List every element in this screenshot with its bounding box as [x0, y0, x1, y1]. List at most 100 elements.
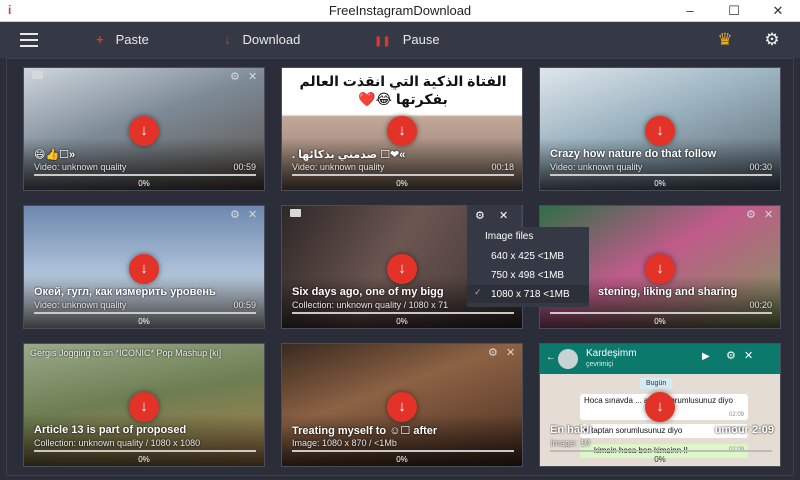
gear-icon[interactable]: ⚙: [475, 209, 485, 222]
progress-percent: 0%: [396, 455, 408, 464]
media-card[interactable]: الفتاة الذكية التي انقذت العالم بفكرتها …: [281, 67, 523, 191]
close-icon[interactable]: ✕: [764, 208, 773, 221]
pause-icon: ❚❚: [374, 36, 391, 47]
crown-icon[interactable]: ♛: [714, 30, 736, 50]
gear-icon[interactable]: ⚙: [230, 70, 240, 83]
progress-percent: 0%: [654, 317, 666, 326]
chat-status: çevrimiçi: [586, 361, 614, 368]
card-title: stening, liking and sharing: [598, 286, 738, 298]
download-icon[interactable]: ↓: [129, 254, 159, 284]
card-subtitle: Video: unknown quality: [34, 162, 127, 172]
minimize-button[interactable]: –: [668, 0, 712, 22]
card-title: Окей, гугл, как измерить уровень: [34, 286, 216, 298]
progress-percent: 0%: [654, 455, 666, 464]
card-subtitle: Video: unknown quality: [34, 300, 127, 310]
media-grid: ⚙ ✕ ↓ 😄👍☐» Video: unknown quality 00:59 0…: [6, 58, 794, 476]
progress-percent: 0%: [654, 179, 666, 188]
plus-icon: +: [96, 32, 104, 47]
menu-icon[interactable]: [20, 33, 38, 47]
card-title-tail: umour 2:09: [714, 424, 774, 436]
download-icon[interactable]: ↓: [645, 392, 675, 422]
card-duration: 00:59: [233, 162, 256, 172]
progress-bar: [34, 174, 256, 176]
avatar: [558, 349, 578, 369]
progress-bar: [292, 174, 514, 176]
progress-bar: [34, 450, 256, 452]
card-subtitle: Video: unknown quality: [292, 162, 385, 172]
image-caption: الفتاة الذكية التي انقذت العالم بفكرتها …: [299, 73, 507, 107]
pause-label: Pause: [402, 32, 440, 47]
card-title: Treating myself to ☺☐ after: [292, 425, 438, 437]
toolbar: + Paste ↓ Download ❚❚ Pause ♛ ⚙: [0, 22, 800, 58]
progress-bar: [34, 312, 256, 314]
close-icon[interactable]: ✕: [744, 349, 753, 362]
close-icon[interactable]: ✕: [506, 346, 515, 359]
card-title: 😄👍☐»: [34, 149, 76, 161]
popup-header-tab: ⚙ ✕: [467, 205, 521, 227]
card-duration: 00:20: [749, 300, 772, 310]
card-title: Article 13 is part of proposed: [34, 424, 187, 436]
format-option[interactable]: 640 x 425 <1MB: [491, 251, 564, 262]
pause-button[interactable]: ❚❚ Pause: [374, 22, 440, 58]
back-arrow-icon: ←: [546, 352, 556, 363]
media-card[interactable]: ⚙ ✕ ↓ 😄👍☐» Video: unknown quality 00:59 0…: [23, 67, 265, 191]
close-icon[interactable]: ✕: [248, 70, 257, 83]
format-popup-menu: Image files 640 x 425 <1MB 750 x 498 <1M…: [467, 227, 589, 307]
close-window-button[interactable]: ✕: [756, 0, 800, 22]
close-icon[interactable]: ✕: [499, 209, 508, 222]
format-option[interactable]: 1080 x 718 <1MB: [491, 289, 570, 300]
maximize-button[interactable]: ☐: [712, 0, 756, 22]
media-card[interactable]: ← Kardeşimm çevrimiçi ▶ ⚙ ✕ Bugün Hoca s…: [539, 343, 781, 467]
card-subtitle: Collection: unknown quality / 1080 x 71: [292, 300, 449, 310]
progress-bar: [292, 450, 514, 452]
media-card[interactable]: Gergis Jogging to an *ICONIC* Pop Mashup…: [23, 343, 265, 467]
card-subtitle: Image: 1080 x 870 / <1Mb: [292, 438, 397, 448]
gear-icon[interactable]: ⚙: [762, 30, 782, 50]
media-card[interactable]: ↓ Crazy how nature do that follow Video:…: [539, 67, 781, 191]
progress-percent: 0%: [138, 455, 150, 464]
gear-icon[interactable]: ⚙: [230, 208, 240, 221]
download-icon[interactable]: ↓: [387, 254, 417, 284]
title-bar: i FreeInstagramDownload – ☐ ✕: [0, 0, 800, 22]
card-subtitle: Image: 10: [550, 438, 591, 448]
folder-icon[interactable]: [290, 209, 301, 217]
card-title: En hakli: [550, 424, 593, 436]
download-icon[interactable]: ↓: [645, 116, 675, 146]
download-label: Download: [242, 32, 301, 47]
popup-header: Image files: [485, 231, 534, 242]
card-duration: 00:30: [749, 162, 772, 172]
chat-day: Bugün: [640, 378, 673, 389]
progress-bar: [550, 174, 772, 176]
chat-name: Kardeşimm: [586, 348, 637, 359]
folder-icon[interactable]: [32, 71, 43, 79]
progress-bar: [550, 450, 772, 452]
gear-icon[interactable]: ⚙: [488, 346, 498, 359]
format-option[interactable]: 750 x 498 <1MB: [491, 270, 564, 281]
paste-button[interactable]: + Paste: [96, 22, 149, 58]
download-icon[interactable]: ↓: [129, 116, 159, 146]
progress-bar: [292, 312, 514, 314]
download-icon[interactable]: ↓: [129, 392, 159, 422]
paste-label: Paste: [115, 32, 149, 47]
card-title: Crazy how nature do that follow: [550, 148, 717, 160]
download-icon[interactable]: ↓: [387, 392, 417, 422]
progress-percent: 0%: [396, 317, 408, 326]
progress-percent: 0%: [138, 317, 150, 326]
video-call-icon: ▶: [702, 351, 710, 362]
download-arrow-icon: ↓: [224, 32, 231, 47]
gear-icon[interactable]: ⚙: [746, 208, 756, 221]
close-icon[interactable]: ✕: [248, 208, 257, 221]
card-title: . صدمني بذكائها ☐❤«: [292, 149, 406, 161]
progress-bar: [550, 312, 772, 314]
progress-percent: 0%: [396, 179, 408, 188]
media-card[interactable]: ⚙ ✕ ↓ Treating myself to ☺☐ after Image: …: [281, 343, 523, 467]
progress-percent: 0%: [138, 179, 150, 188]
card-duration: 00:18: [491, 162, 514, 172]
check-icon: ✓: [474, 287, 482, 297]
download-icon[interactable]: ↓: [387, 116, 417, 146]
download-button[interactable]: ↓ Download: [224, 22, 300, 58]
media-card[interactable]: ⚙ ✕ ↓ Окей, гугл, как измерить уровень Vi…: [23, 205, 265, 329]
image-caption: Gergis Jogging to an *ICONIC* Pop Mashup…: [30, 348, 222, 358]
download-icon[interactable]: ↓: [645, 254, 675, 284]
gear-icon[interactable]: ⚙: [726, 349, 736, 362]
